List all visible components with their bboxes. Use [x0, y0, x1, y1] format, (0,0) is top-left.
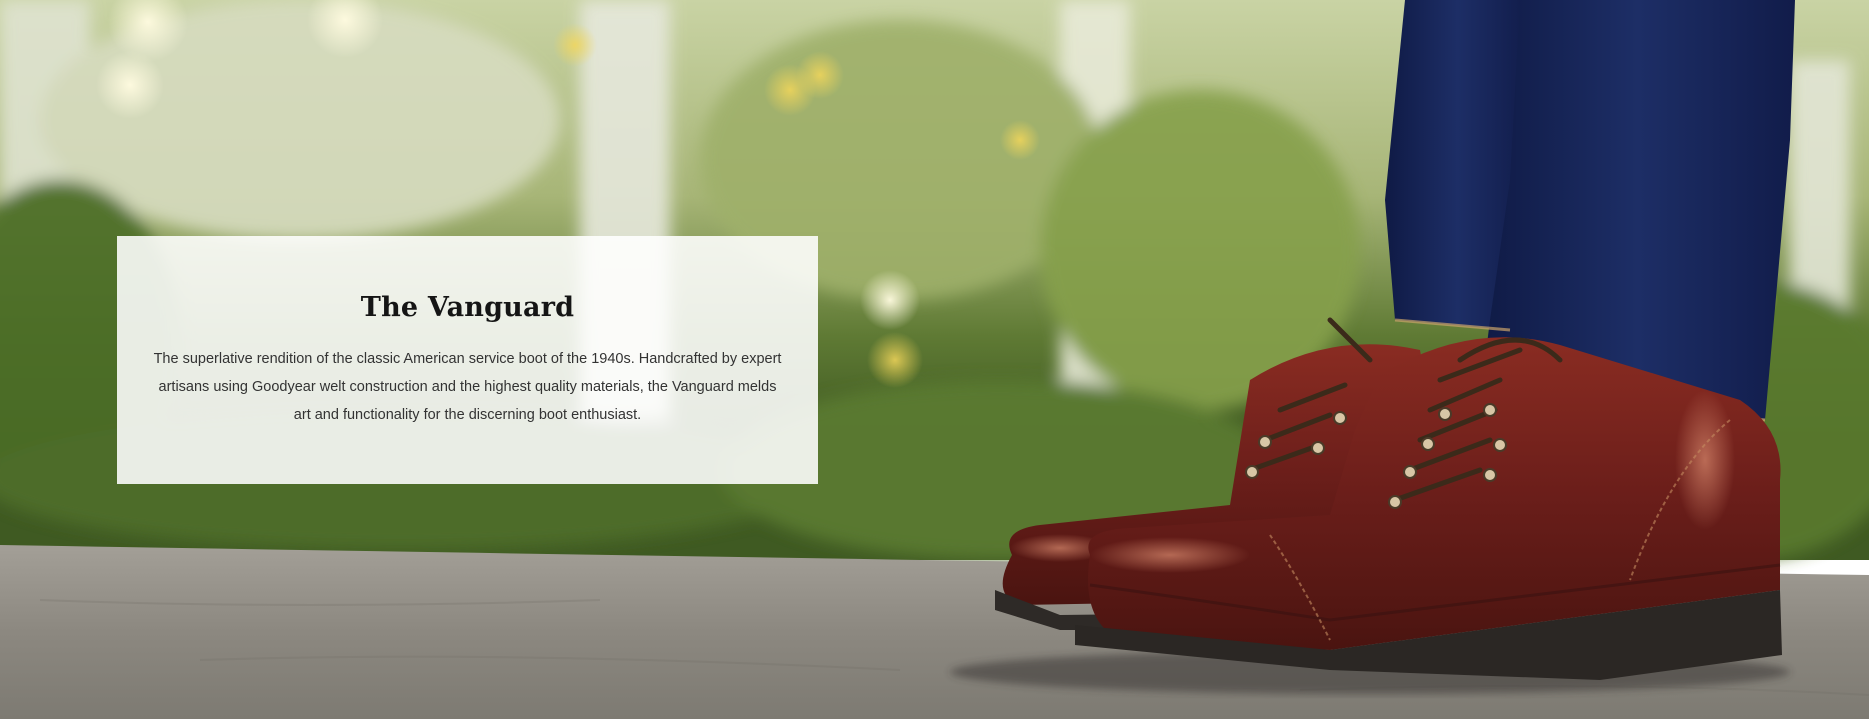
product-card: The Vanguard The superlative rendition o…	[117, 236, 818, 484]
product-description: The superlative rendition of the classic…	[153, 351, 782, 424]
product-title: The Vanguard	[360, 292, 575, 323]
